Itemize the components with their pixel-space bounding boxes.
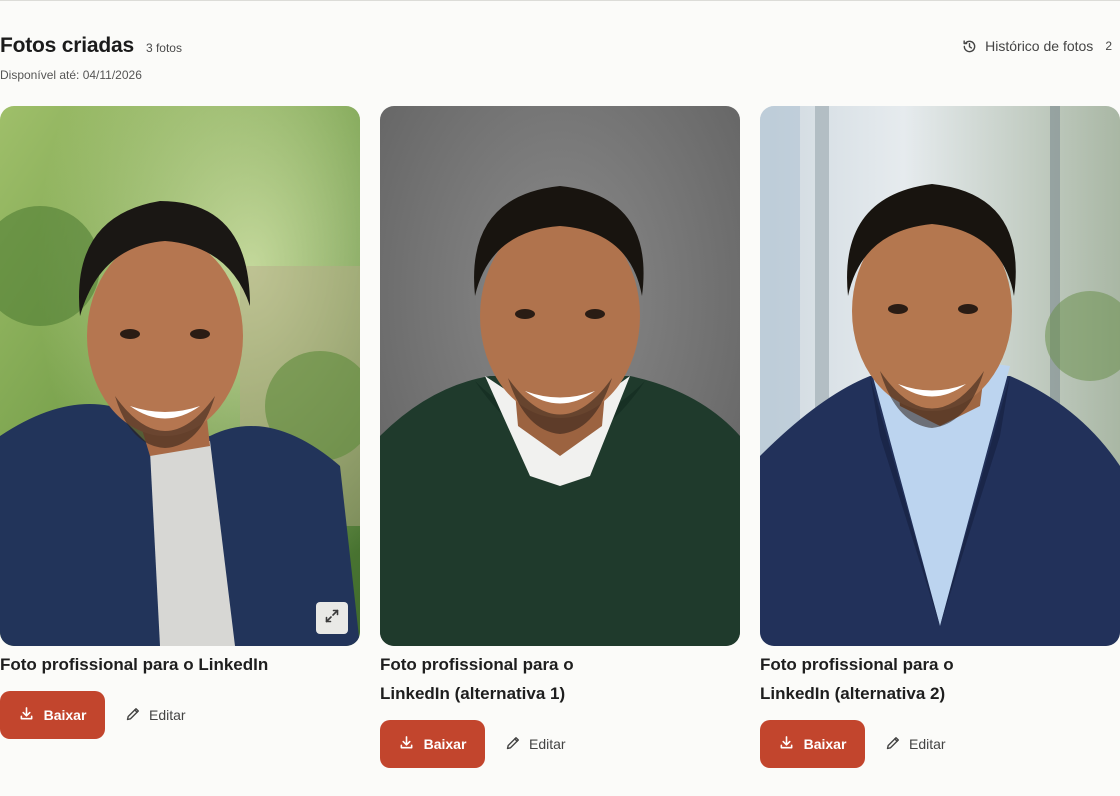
edit-button[interactable]: Editar <box>885 735 946 754</box>
history-label: Histórico de fotos <box>985 38 1094 54</box>
photo-count: 3 fotos <box>145 41 182 55</box>
history-icon <box>962 39 977 54</box>
photo-card: Foto profissional para o LinkedIn (alter… <box>380 106 740 768</box>
download-label: Baixar <box>43 707 87 723</box>
photo-caption: Foto profissional para o LinkedIn (alter… <box>380 650 740 708</box>
history-count: 2 <box>1105 39 1112 53</box>
top-divider <box>0 0 1120 1</box>
pencil-icon <box>125 706 141 725</box>
portrait-image <box>760 106 1120 646</box>
photo-thumbnail[interactable] <box>760 106 1120 646</box>
expand-icon <box>324 608 340 629</box>
edit-label: Editar <box>149 707 186 723</box>
title-row: Fotos criadas 3 fotos <box>0 34 1120 58</box>
photo-actions: Baixar Editar <box>760 720 1120 768</box>
portrait-image <box>0 106 360 646</box>
download-icon <box>779 735 794 753</box>
download-icon <box>19 706 34 724</box>
caption-line: Foto profissional para o <box>380 655 574 674</box>
caption-line: LinkedIn (alternativa 1) <box>380 684 566 703</box>
photo-caption: Foto profissional para o LinkedIn (alter… <box>760 650 1120 708</box>
edit-button[interactable]: Editar <box>505 735 566 754</box>
photo-caption: Foto profissional para o LinkedIn <box>0 650 360 679</box>
pencil-icon <box>505 735 521 754</box>
photo-card: Foto profissional para o LinkedIn (alter… <box>760 106 1120 768</box>
download-label: Baixar <box>803 736 847 752</box>
download-button[interactable]: Baixar <box>380 720 485 768</box>
caption-line: LinkedIn (alternativa 2) <box>760 684 946 703</box>
edit-button[interactable]: Editar <box>125 706 186 725</box>
photo-card: Foto profissional para o LinkedIn Baixar… <box>0 106 360 739</box>
photo-thumbnail[interactable] <box>380 106 740 646</box>
page-header: Fotos criadas 3 fotos Disponível até: 04… <box>0 34 1120 90</box>
download-button[interactable]: Baixar <box>760 720 865 768</box>
photo-actions: Baixar Editar <box>0 691 360 739</box>
photo-history-button[interactable]: Histórico de fotos 2 <box>962 38 1112 54</box>
download-button[interactable]: Baixar <box>0 691 105 739</box>
photo-thumbnail[interactable] <box>0 106 360 646</box>
download-label: Baixar <box>423 736 467 752</box>
expand-button[interactable] <box>316 602 348 634</box>
caption-line: Foto profissional para o LinkedIn <box>0 655 269 674</box>
edit-label: Editar <box>909 736 946 752</box>
caption-line: Foto profissional para o <box>760 655 954 674</box>
page-title: Fotos criadas <box>0 34 134 57</box>
portrait-image <box>380 106 740 646</box>
pencil-icon <box>885 735 901 754</box>
edit-label: Editar <box>529 736 566 752</box>
photo-actions: Baixar Editar <box>380 720 740 768</box>
download-icon <box>399 735 414 753</box>
availability-date: Disponível até: 04/11/2026 <box>0 68 142 82</box>
